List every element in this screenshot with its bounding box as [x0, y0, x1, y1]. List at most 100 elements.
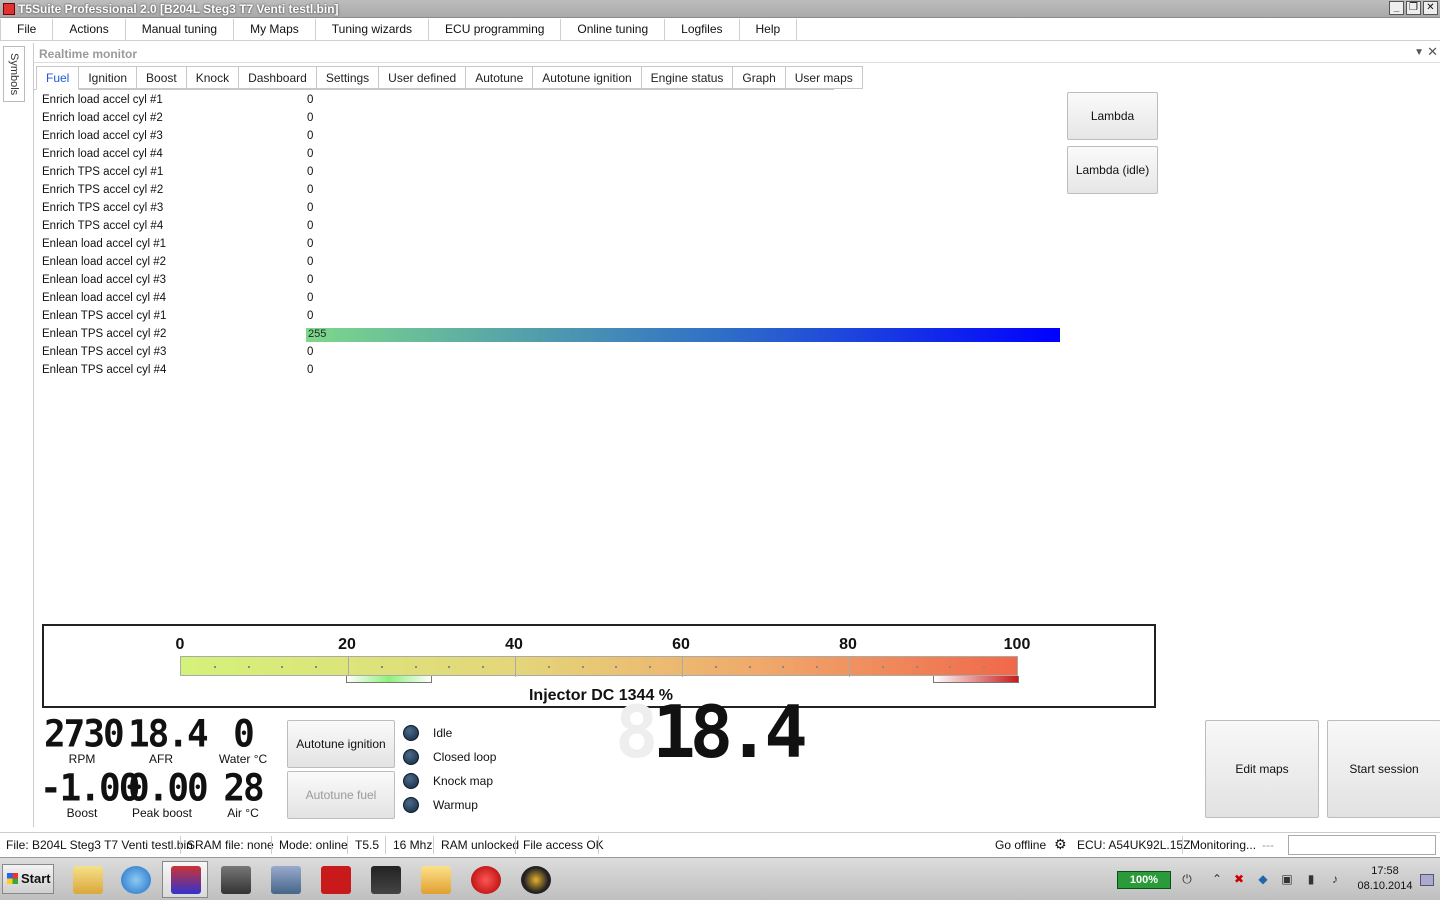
gauge-dot	[548, 666, 550, 668]
tab-boost[interactable]: Boost	[136, 66, 187, 89]
taskbar-app-7[interactable]	[362, 861, 408, 898]
show-hidden-icons-icon[interactable]: ⌃	[1210, 872, 1224, 886]
tab-graph[interactable]: Graph	[732, 66, 786, 89]
param-value: 0	[307, 256, 314, 268]
security-icon[interactable]: ✖	[1232, 872, 1246, 886]
symbols-side-tab[interactable]: Symbols	[3, 46, 25, 102]
taskbar-app-4[interactable]	[212, 861, 258, 898]
gauge-dot	[816, 666, 818, 668]
autotune-fuel-button[interactable]: Autotune fuel	[287, 771, 395, 819]
param-value: 0	[307, 166, 314, 178]
taskbar-explorer[interactable]	[64, 861, 110, 898]
tab-autotune-ignition[interactable]: Autotune ignition	[532, 66, 642, 89]
param-value: 0	[307, 112, 314, 124]
taskbar-app-5[interactable]	[262, 861, 308, 898]
autotune-ignition-button[interactable]: Autotune ignition	[287, 720, 395, 768]
param-row: Enrich load accel cyl #2 0	[42, 110, 1072, 128]
taskbar: Start 100% ⏻ ⌃ ✖ ◆ ▣ ▮ ♪ 17:58 08.10.201…	[0, 857, 1440, 900]
taskbar-app-9[interactable]	[462, 861, 508, 898]
clock[interactable]: 17:58 08.10.2014	[1352, 864, 1418, 894]
param-value: 255	[308, 328, 327, 340]
status-bar: File: B204L Steg3 T7 Venti testl.bin SRA…	[0, 832, 1440, 856]
menu-help[interactable]: Help	[738, 19, 798, 41]
param-value: 0	[307, 148, 314, 160]
taskbar-mail[interactable]	[412, 861, 458, 898]
tab-fuel[interactable]: Fuel	[36, 66, 80, 90]
param-row: Enlean TPS accel cyl #3 0	[42, 344, 1072, 362]
taskbar-t5suite[interactable]	[162, 861, 208, 898]
restore-button[interactable]: ❐	[1406, 1, 1421, 15]
gauge-divider	[682, 657, 683, 677]
show-desktop-icon[interactable]	[1420, 874, 1434, 886]
gauge-label: Injector DC 1344 %	[528, 687, 674, 704]
power-plug-icon[interactable]: ⏻	[1180, 872, 1194, 886]
menu-ecu-programming[interactable]: ECU programming	[428, 19, 562, 41]
control-panel-icon	[271, 866, 301, 894]
afr-readout: 18.4	[128, 712, 209, 757]
menu-tuning-wizards[interactable]: Tuning wizards	[314, 19, 430, 41]
param-value: 0	[307, 310, 314, 322]
lambda-idle-button[interactable]: Lambda (idle)	[1067, 146, 1158, 194]
status-progress-box	[1288, 835, 1436, 855]
pdf-icon	[321, 866, 351, 894]
gauge-dot	[649, 666, 651, 668]
tab-knock[interactable]: Knock	[185, 66, 240, 89]
status-sram-file: SRAM file: none	[187, 838, 274, 852]
gauge-dot	[482, 666, 484, 668]
param-row: Enrich TPS accel cyl #3 0	[42, 200, 1072, 218]
gauge-dot	[916, 666, 918, 668]
param-row: Enlean load accel cyl #3 0	[42, 272, 1072, 290]
battery-indicator[interactable]: 100%	[1117, 871, 1171, 889]
taskbar-pdf[interactable]	[312, 861, 358, 898]
tab-autotune[interactable]: Autotune	[465, 66, 534, 89]
param-row: Enrich TPS accel cyl #4 0	[42, 218, 1072, 236]
usb-icon[interactable]: ▣	[1280, 872, 1294, 886]
air-temp-readout: 28	[223, 766, 264, 811]
start-button[interactable]: Start	[2, 864, 54, 894]
start-session-button[interactable]: Start session	[1327, 720, 1440, 818]
status-separator	[347, 836, 348, 854]
status-file: File: B204L Steg3 T7 Venti testl.bin	[6, 838, 193, 852]
gauge-divider	[849, 657, 850, 677]
menu-manual-tuning[interactable]: Manual tuning	[124, 19, 235, 41]
gauge-tick-label: 0	[175, 636, 185, 653]
menu-file[interactable]: File	[0, 19, 54, 41]
volume-icon[interactable]: ♪	[1328, 872, 1342, 886]
menu-actions[interactable]: Actions	[52, 19, 126, 41]
gauge-dot	[715, 666, 717, 668]
close-button[interactable]: ✕	[1423, 1, 1438, 15]
pin-icon[interactable]: ▼	[1414, 47, 1424, 58]
tab-settings[interactable]: Settings	[315, 66, 380, 89]
menu-my-maps[interactable]: My Maps	[233, 19, 316, 41]
status-ecu: ECU: A54UK92L.15Z	[1077, 838, 1191, 852]
idle-indicator-led	[403, 725, 419, 741]
tab-ignition[interactable]: Ignition	[78, 66, 138, 89]
tab-user-maps[interactable]: User maps	[784, 66, 863, 89]
tab-user-defined[interactable]: User defined	[378, 66, 467, 89]
peak-boost-readout: 0.00	[128, 766, 209, 811]
param-value: 0	[307, 94, 314, 106]
edit-maps-button[interactable]: Edit maps	[1205, 720, 1319, 818]
go-offline-link[interactable]: Go offline	[995, 838, 1046, 852]
param-label: Enrich load accel cyl #1	[42, 94, 163, 106]
param-label: Enrich TPS accel cyl #1	[42, 166, 164, 178]
taskbar-app-10[interactable]	[512, 861, 558, 898]
minimize-button[interactable]: _	[1389, 1, 1404, 15]
tab-engine-status[interactable]: Engine status	[640, 66, 734, 89]
tab-dashboard[interactable]: Dashboard	[238, 66, 317, 89]
closed-loop-indicator-led	[403, 749, 419, 765]
lambda-button[interactable]: Lambda	[1067, 92, 1158, 140]
taskbar-ie[interactable]	[112, 861, 158, 898]
gauge-dot	[949, 666, 951, 668]
param-row: Enrich load accel cyl #1 0	[42, 92, 1072, 110]
gauge-dot	[983, 666, 985, 668]
param-label: Enrich load accel cyl #2	[42, 112, 163, 124]
close-icon[interactable]: ✕	[1427, 44, 1438, 60]
param-label: Enlean load accel cyl #2	[42, 256, 167, 268]
tab-strip-border	[34, 89, 834, 90]
menu-online-tuning[interactable]: Online tuning	[560, 19, 666, 41]
dropbox-icon[interactable]: ◆	[1256, 872, 1270, 886]
network-icon[interactable]: ▮	[1304, 872, 1318, 886]
menu-logfiles[interactable]: Logfiles	[664, 19, 740, 41]
gauge-dot	[214, 666, 216, 668]
